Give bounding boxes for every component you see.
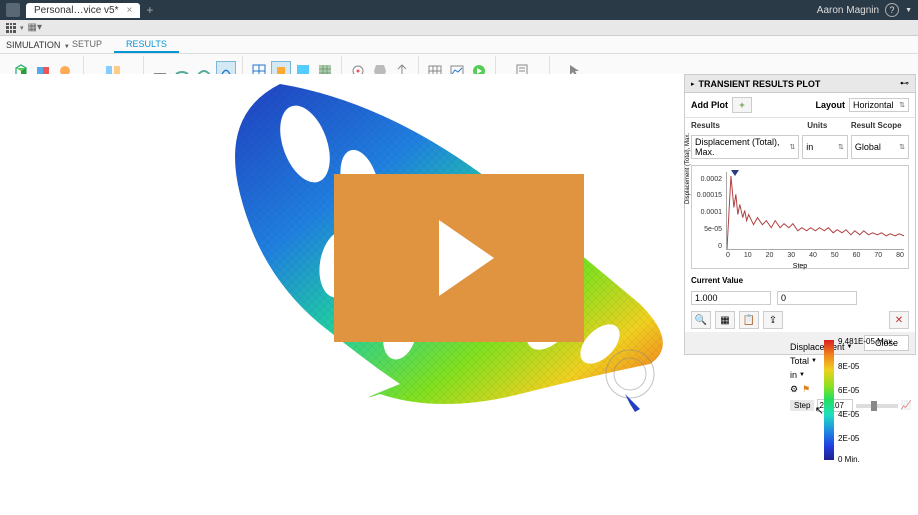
export-icon[interactable]: ⇪ <box>763 311 783 329</box>
collapse-icon[interactable]: ▸ <box>691 80 695 88</box>
simulation-dropdown[interactable]: SIMULATION ▼ <box>6 40 70 50</box>
app-icon <box>6 3 20 17</box>
col-results: Results <box>691 121 807 130</box>
current-value-label: Current Value <box>685 273 915 288</box>
data-panel-icon[interactable] <box>6 23 16 33</box>
close-tab-icon[interactable]: × <box>126 5 132 16</box>
results-chart: Displacement (Total), Max. 0.0002 0.0001… <box>691 165 909 269</box>
copy-icon[interactable]: 📋 <box>739 311 759 329</box>
table-icon[interactable]: ▦ <box>715 311 735 329</box>
titlebar: Personal…vice v5* × + Aaron Magnin ? ▼ <box>0 0 918 20</box>
help-icon[interactable]: ? <box>885 3 899 17</box>
col-units: Units <box>807 121 851 130</box>
transient-results-panel: ▸ TRANSIENT RESULTS PLOT ⊷ Add Plot + La… <box>684 74 916 355</box>
add-plot-label: Add Plot <box>691 100 728 110</box>
cursor-icon: ↖ <box>815 404 824 417</box>
user-menu-arrow[interactable]: ▼ <box>905 7 912 14</box>
scope-select[interactable]: Global⇅ <box>851 135 909 159</box>
chart-toggle-icon[interactable]: 📈 <box>901 400 912 411</box>
file-icon[interactable]: ▦▾ <box>28 22 42 33</box>
add-plot-button[interactable]: + <box>732 97 752 113</box>
color-scale: 9.481E-05 Max. 8E-05 6E-05 4E-05 2E-05 0… <box>824 340 902 460</box>
pin-icon[interactable]: ⊷ <box>900 78 909 89</box>
ribbon-tabs: SETUP RESULTS <box>0 36 918 54</box>
play-icon <box>439 220 494 296</box>
tab-label: Personal…vice v5* <box>34 5 118 16</box>
document-tab[interactable]: Personal…vice v5* × <box>26 3 140 18</box>
quick-access-bar: ▾ ▦▾ <box>0 20 918 36</box>
results-select[interactable]: Displacement (Total), Max.⇅ <box>691 135 799 159</box>
column-headers: Results Units Result Scope <box>685 118 915 133</box>
add-tab-icon[interactable]: + <box>146 3 153 17</box>
chart-marker-icon[interactable] <box>731 170 739 176</box>
units-select[interactable]: in⇅ <box>802 135 848 159</box>
chart-xticks: 01020304050607080 <box>726 252 904 266</box>
play-video-overlay[interactable] <box>334 174 584 342</box>
col-scope: Result Scope <box>851 121 909 130</box>
panel-header: ▸ TRANSIENT RESULTS PLOT ⊷ <box>685 75 915 93</box>
color-bar <box>824 340 834 460</box>
chart-plot-area <box>726 172 904 250</box>
flag-icon[interactable]: ⚑ <box>802 384 810 395</box>
panel-title: TRANSIENT RESULTS PLOT <box>699 79 900 89</box>
settings-icon[interactable]: ⚙ <box>790 384 798 395</box>
layout-select[interactable]: Horizontal⇅ <box>849 98 909 112</box>
layout-label: Layout <box>815 100 845 110</box>
chart-yticks: 0.0002 0.00015 0.0001 5e-05 0 <box>694 176 724 250</box>
color-labels: 9.481E-05 Max. 8E-05 6E-05 4E-05 2E-05 0… <box>834 340 902 460</box>
delete-icon[interactable]: ✕ <box>889 311 909 329</box>
qa-dropdown-icon[interactable]: ▾ <box>20 24 24 32</box>
current-value-2-input[interactable] <box>777 291 857 305</box>
tab-results[interactable]: RESULTS <box>114 36 179 53</box>
user-info: Aaron Magnin ? ▼ <box>817 3 912 17</box>
chart-xlabel: Step <box>793 263 807 270</box>
zoom-icon[interactable]: 🔍 <box>691 311 711 329</box>
user-name[interactable]: Aaron Magnin <box>817 5 879 16</box>
current-value-1-input[interactable] <box>691 291 771 305</box>
chart-ylabel: Displacement (Total), Max. <box>685 133 691 204</box>
step-label: Step <box>790 400 814 411</box>
